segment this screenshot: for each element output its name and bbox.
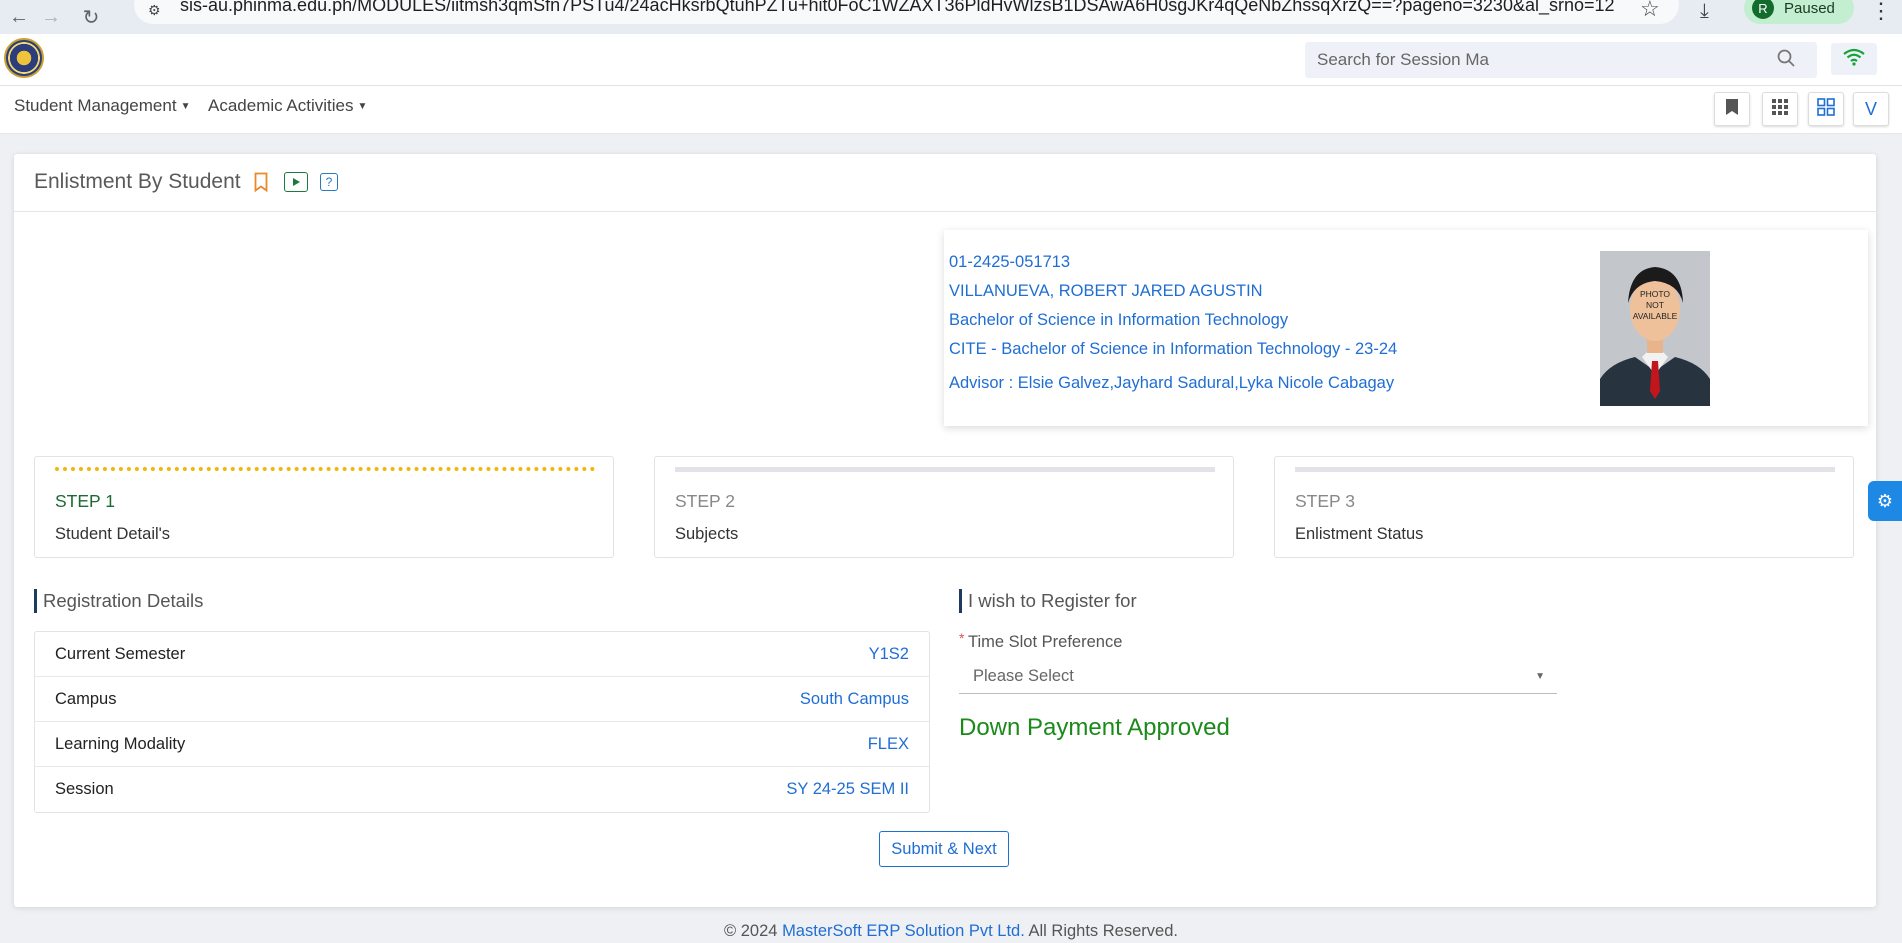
required-asterisk: * [959,630,965,646]
step-label: STEP 1 [55,491,115,511]
photo-text-line: AVAILABLE [1633,311,1678,321]
university-logo[interactable] [4,38,44,78]
row-label: Session [55,780,114,798]
caret-down-icon: ▼ [357,101,368,113]
reload-icon[interactable]: ↻ [78,4,104,30]
photo-text-line: PHOTO [1640,289,1670,299]
step-2-card[interactable]: STEP 2 Subjects [654,456,1234,558]
more-menu-icon[interactable]: ⋮ [1870,0,1892,24]
step-progress-bar [675,467,1215,472]
page-title: Enlistment By Student [34,170,241,193]
step-progress-bar [55,467,595,471]
browser-toolbar: ← → ↻ ⚙ sis-au.phinma.edu.ph/MODULES/iit… [0,0,1902,34]
table-row: Current Semester Y1S2 [35,632,929,677]
register-for-heading: I wish to Register for [959,589,1137,613]
registration-details-table: Current Semester Y1S2 Campus South Campu… [34,631,930,813]
payment-status: Down Payment Approved [959,714,1230,741]
table-row: Campus South Campus [35,677,929,722]
step-label: STEP 2 [675,491,735,511]
menu-student-management[interactable]: Student Management ▼ [14,96,190,116]
registration-details-heading: Registration Details [34,589,203,613]
grid-icon [1771,98,1789,121]
help-icon[interactable]: ? [320,173,338,191]
step-progress-bar [1295,467,1835,472]
dashboard-button[interactable] [1808,92,1844,126]
row-value: South Campus [799,689,909,708]
student-name: VILLANUEVA, ROBERT JARED AGUSTIN [949,282,1263,300]
gear-icon: ⚙ [1876,490,1894,511]
time-slot-label: Time Slot Preference [968,633,1123,651]
step-title: Enlistment Status [1295,525,1424,543]
main-menu-bar: Student Management ▼ Academic Activities ▼… [0,86,1902,134]
version-label: V [1864,98,1877,119]
select-value: Please Select [973,667,1074,685]
footer: © 2024 MasterSoft ERP Solution Pvt Ltd. … [0,922,1902,941]
row-value: SY 24-25 SEM II [786,780,909,798]
title-icons: ? [250,172,338,192]
menu-label: Student Management [14,96,177,115]
apps-button[interactable] [1762,92,1798,126]
url-text[interactable]: sis-au.phinma.edu.ph/MODULES/iitmsh3qmSf… [180,0,1660,16]
card-header: Enlistment By Student ? [14,154,1876,212]
student-photo-placeholder: PHOTO NOT AVAILABLE [1600,251,1710,406]
back-icon[interactable]: ← [6,4,32,30]
footer-brand-link[interactable]: MasterSoft ERP Solution Pvt Ltd. [782,922,1025,940]
row-label: Campus [55,689,117,708]
connection-button[interactable] [1831,43,1877,75]
address-bar[interactable]: ⚙ sis-au.phinma.edu.ph/MODULES/iitmsh3qm… [134,0,1679,24]
student-curriculum: CITE - Bachelor of Science in Informatio… [949,340,1398,358]
step-1-card[interactable]: STEP 1 Student Detail's [34,456,614,558]
table-row: Session SY 24-25 SEM II [35,767,929,812]
avatar: R [1752,0,1774,19]
student-info-panel: 01-2425-051713 VILLANUEVA, ROBERT JARED … [944,230,1868,426]
video-tutorial-icon[interactable] [284,172,308,192]
photo-text-line: NOT [1646,300,1664,310]
download-icon[interactable]: ⤓ [1700,0,1709,23]
app-header [0,34,1902,86]
forward-icon[interactable]: → [38,4,64,30]
table-row: Learning Modality FLEX [35,722,929,767]
row-label: Current Semester [55,644,186,663]
profile-button[interactable]: R Paused [1744,0,1854,24]
student-advisor: Advisor : Elsie Galvez,Jayhard Sadural,L… [949,374,1395,392]
student-program: Bachelor of Science in Information Techn… [949,311,1289,329]
bookmark-star-icon[interactable]: ☆ [1640,0,1660,22]
submit-next-button[interactable]: Submit & Next [879,831,1009,867]
search-input[interactable] [1317,50,1777,70]
time-slot-select[interactable]: Please Select ▼ [959,660,1557,694]
search-icon[interactable] [1777,49,1795,72]
menu-academic-activities[interactable]: Academic Activities ▼ [208,96,367,116]
step-title: Subjects [675,525,739,543]
caret-down-icon: ▼ [1535,671,1545,682]
step-3-card[interactable]: STEP 3 Enlistment Status [1274,456,1854,558]
row-label: Learning Modality [55,734,186,753]
wifi-icon [1842,48,1866,71]
version-button[interactable]: V [1853,92,1889,126]
dashboard-icon [1817,97,1835,121]
menu-label: Academic Activities [208,96,354,115]
settings-panel-toggle[interactable]: ⚙ [1868,481,1902,521]
student-id: 01-2425-051713 [949,253,1071,271]
step-title: Student Detail's [55,525,171,543]
bookmarks-button[interactable] [1714,92,1750,126]
footer-rights: All Rights Reserved. [1028,922,1178,940]
row-value: FLEX [867,734,909,753]
bookmark-icon [1725,98,1739,121]
site-info-icon[interactable]: ⚙ [148,2,166,18]
caret-down-icon: ▼ [180,101,191,113]
bookmark-icon[interactable] [250,172,272,192]
footer-copyright: © 2024 [724,922,778,940]
profile-status: Paused [1784,0,1835,17]
row-value: Y1S2 [868,644,909,663]
search-box [1305,42,1817,78]
step-label: STEP 3 [1295,491,1355,511]
